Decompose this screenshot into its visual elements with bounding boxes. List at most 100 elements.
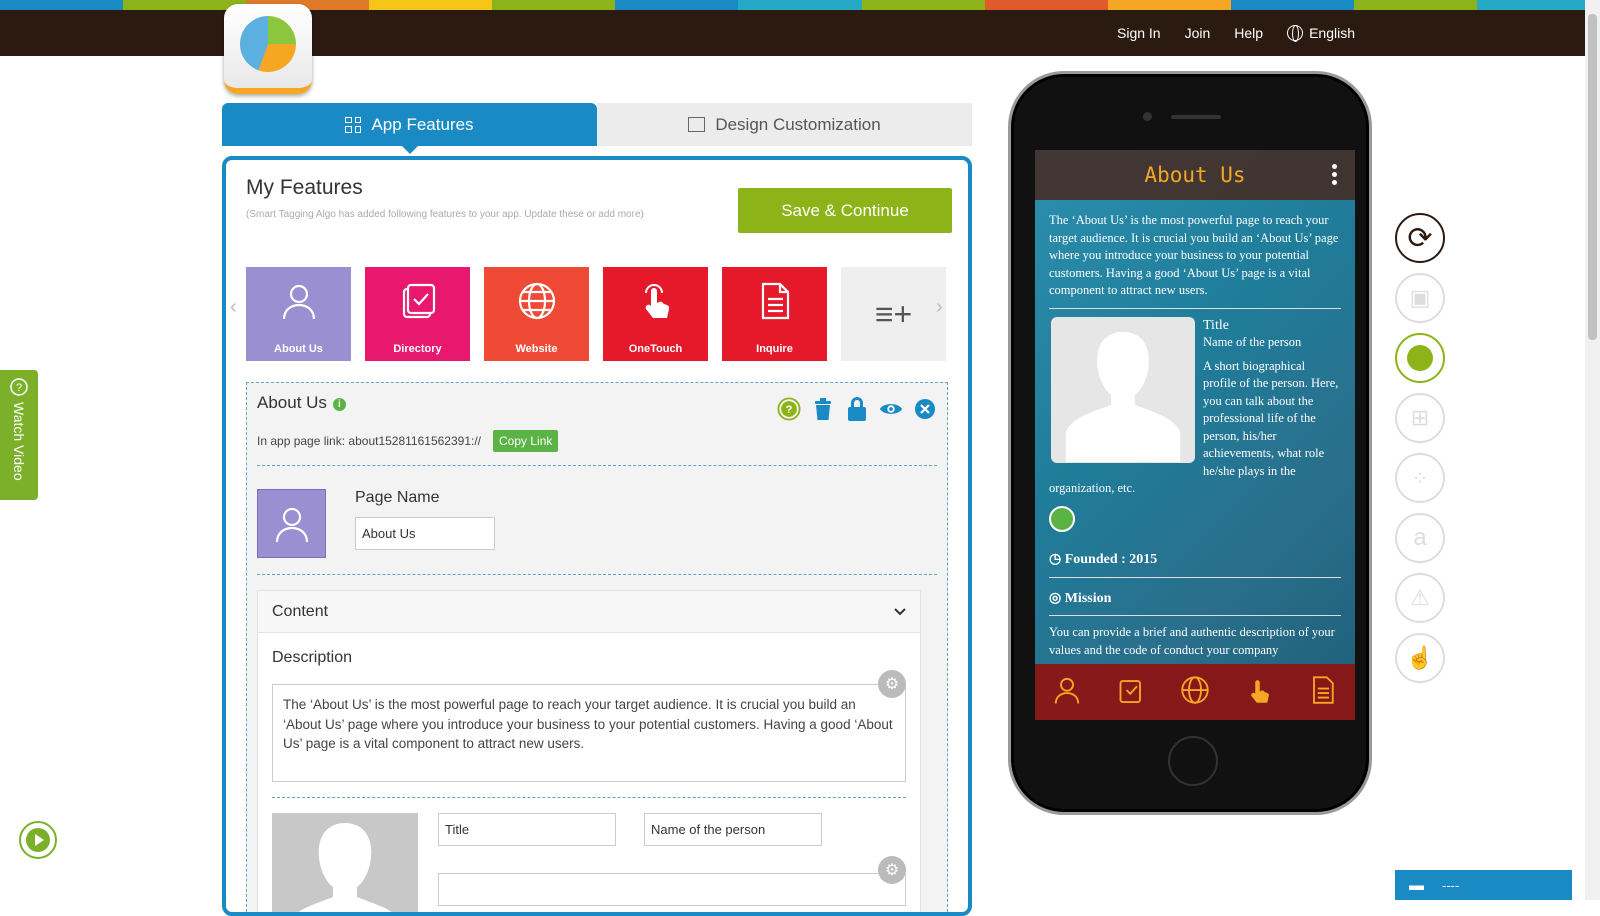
touch-icon[interactable] <box>1244 675 1274 710</box>
title-input[interactable]: Title <box>438 813 616 846</box>
language-selector[interactable]: English <box>1287 25 1355 42</box>
features-prev-arrow[interactable]: ‹ <box>230 296 237 319</box>
tab-app-features[interactable]: App Features <box>222 103 597 154</box>
globe-icon[interactable] <box>1049 505 1075 532</box>
join-link[interactable]: Join <box>1185 25 1211 41</box>
ios-preview-button[interactable] <box>1395 333 1445 383</box>
touch-icon: ☝ <box>1406 645 1434 670</box>
feature-list: About Us Directory Website OneTouch Inqu… <box>246 267 946 361</box>
description-label: Description <box>272 649 353 666</box>
content-label: Content <box>272 602 329 620</box>
feature-label: Inquire <box>756 343 793 355</box>
feature-directory[interactable]: Directory <box>365 267 470 361</box>
info-icon[interactable]: i <box>332 398 346 411</box>
phone-intro-text: The ‘About Us’ is the most powerful page… <box>1049 213 1339 297</box>
feature-label: About Us <box>274 343 323 355</box>
watch-video-label: Watch Video <box>11 402 27 481</box>
trash-icon[interactable] <box>811 395 835 423</box>
page-name-label: Page Name <box>355 489 440 506</box>
globe-icon <box>1287 25 1304 42</box>
grid-icon <box>345 116 362 133</box>
phone-tab-bar <box>1035 664 1355 720</box>
save-continue-button[interactable]: Save & Continue <box>738 188 952 233</box>
play-video-button[interactable] <box>19 821 57 859</box>
content-accordion-header[interactable]: Content <box>258 591 920 633</box>
phone-mission: ◎ Mission <box>1049 590 1112 606</box>
close-icon[interactable] <box>913 395 937 423</box>
amazon-preview-button[interactable]: a <box>1395 513 1445 563</box>
blackberry-preview-button[interactable]: ⁘ <box>1395 453 1445 503</box>
android-preview-button[interactable]: ▣ <box>1395 273 1445 323</box>
person-name-input[interactable]: Name of the person <box>644 813 822 846</box>
warning-icon: ⚠ <box>1410 585 1430 610</box>
feature-about-us[interactable]: About Us <box>246 267 351 361</box>
features-next-arrow[interactable]: › <box>936 296 943 319</box>
pie-chart-icon <box>240 16 296 72</box>
amazon-icon: a <box>1413 524 1427 551</box>
phone-speaker <box>1171 115 1221 119</box>
page-link-value: about15281161562391:// <box>348 434 481 448</box>
gear-icon[interactable]: ⚙ <box>878 856 906 884</box>
document-icon[interactable] <box>1308 675 1338 710</box>
document-icon <box>753 279 797 323</box>
phone-founded: ◷ Founded : 2015 <box>1049 552 1158 567</box>
help-circle-icon: ? <box>10 378 28 396</box>
feature-onetouch[interactable]: OneTouch <box>603 267 708 361</box>
svg-text:?: ? <box>786 404 793 416</box>
page-icon-picker[interactable] <box>257 489 326 558</box>
touch-icon <box>634 279 678 323</box>
preview-eye-icon[interactable] <box>879 395 903 423</box>
help-link[interactable]: Help <box>1234 25 1263 41</box>
directory-icon <box>396 279 440 323</box>
tab-label: Design Customization <box>715 114 881 134</box>
add-more-icon: ≡+ <box>874 295 913 332</box>
directory-icon[interactable] <box>1116 675 1146 710</box>
help-icon[interactable]: ? <box>777 395 801 423</box>
phone-avatar <box>1051 316 1195 463</box>
phone-home-button <box>1168 736 1218 786</box>
gear-icon[interactable]: ⚙ <box>878 670 906 698</box>
watch-video-tab[interactable]: ? Watch Video <box>0 370 38 500</box>
person-silhouette-icon <box>298 823 392 912</box>
description-textarea[interactable]: The ‘About Us’ is the most powerful page… <box>272 684 906 782</box>
chat-widget[interactable]: ▬ ---- <box>1395 870 1572 900</box>
profile-image-placeholder[interactable] <box>272 813 418 912</box>
bio-textarea[interactable] <box>438 873 906 906</box>
add-feature-button[interactable]: ≡+ <box>841 267 946 361</box>
windows-preview-button[interactable]: ⊞ <box>1395 393 1445 443</box>
app-logo[interactable] <box>224 4 312 94</box>
phone-screen: About Us The ‘About Us’ is the most powe… <box>1035 150 1355 720</box>
lock-icon[interactable] <box>845 395 869 423</box>
chat-bubble-icon: ▬ <box>1409 876 1424 894</box>
sign-in-link[interactable]: Sign In <box>1117 25 1161 41</box>
phone-content: The ‘About Us’ is the most powerful page… <box>1049 212 1341 659</box>
phone-preview: About Us The ‘About Us’ is the most powe… <box>1008 71 1372 815</box>
copy-link-button[interactable]: Copy Link <box>493 430 559 452</box>
refresh-preview-button[interactable]: ⟳ <box>1395 213 1445 263</box>
globe-icon[interactable] <box>1180 675 1210 710</box>
edit-icon <box>688 117 706 132</box>
feature-editor: About Us i ? In app page link: about15281… <box>246 382 948 912</box>
page-link-row: In app page link: about15281161562391://… <box>257 430 559 452</box>
tab-design-customization[interactable]: Design Customization <box>597 103 972 146</box>
feature-website[interactable]: Website <box>484 267 589 361</box>
touch-preview-button[interactable]: ☝ <box>1395 633 1445 683</box>
panel-subtitle: (Smart Tagging Algo has added following … <box>246 209 644 220</box>
globe-icon <box>515 279 559 323</box>
page-name-input[interactable]: About Us <box>355 517 495 550</box>
content-section: Content Description The ‘About Us’ is th… <box>257 590 921 912</box>
divider <box>272 797 906 798</box>
page-link-label: In app page link: <box>257 434 346 448</box>
phone-header: About Us <box>1035 150 1355 200</box>
scrollbar-thumb[interactable] <box>1588 14 1597 340</box>
feature-inquire[interactable]: Inquire <box>722 267 827 361</box>
more-vertical-icon[interactable] <box>1332 164 1337 185</box>
features-panel: My Features (Smart Tagging Algo has adde… <box>222 156 972 916</box>
language-label: English <box>1309 25 1355 41</box>
feature-label: OneTouch <box>628 343 683 355</box>
user-icon[interactable] <box>1052 675 1082 710</box>
warning-button[interactable]: ⚠ <box>1395 573 1445 623</box>
editor-toolbar: ? <box>777 395 937 423</box>
page-scrollbar[interactable] <box>1585 0 1600 900</box>
phone-founded-text: Founded : 2015 <box>1064 552 1158 567</box>
